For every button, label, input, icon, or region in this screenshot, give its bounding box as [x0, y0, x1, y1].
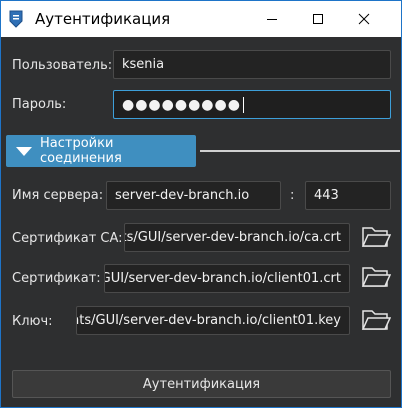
key-value: nts/GUI/server-dev-branch.io/client01.ke… — [76, 313, 341, 328]
app-icon — [9, 10, 23, 28]
text-caret — [242, 96, 244, 113]
connection-settings-toggle[interactable]: Настройки соединения — [6, 135, 196, 167]
folder-icon[interactable] — [361, 224, 391, 250]
server-input[interactable]: server-dev-branch.io — [106, 181, 281, 210]
port-input[interactable]: 443 — [305, 181, 391, 210]
auth-window: Аутентификация Пользователь: ksenia Паро… — [0, 0, 402, 408]
authenticate-button-label: Аутентификация — [142, 376, 261, 392]
maximize-icon — [313, 14, 323, 24]
ca-cert-input[interactable]: ts/GUI/server-dev-branch.io/ca.crt — [124, 223, 350, 252]
user-input[interactable]: ksenia — [113, 50, 391, 79]
user-value: ksenia — [122, 57, 165, 72]
port-value: 443 — [314, 188, 339, 203]
password-input[interactable]: ●●●●●●●●● — [113, 90, 391, 119]
password-label: Пароль: — [12, 97, 67, 112]
key-input[interactable]: nts/GUI/server-dev-branch.io/client01.ke… — [76, 306, 350, 335]
title-bar: Аутентификация — [1, 1, 401, 37]
user-label: Пользователь: — [12, 58, 113, 73]
folder-icon[interactable] — [361, 264, 391, 290]
server-label: Имя сервера: — [12, 188, 104, 203]
ca-cert-value: ts/GUI/server-dev-branch.io/ca.crt — [124, 230, 341, 245]
port-separator: : — [290, 188, 295, 203]
key-label: Ключ: — [12, 314, 53, 329]
close-button[interactable] — [341, 1, 387, 37]
folder-icon[interactable] — [361, 307, 391, 333]
password-value: ●●●●●●●●● — [122, 96, 241, 113]
cert-label: Сертификат: — [12, 271, 101, 286]
minimize-icon — [267, 19, 277, 20]
close-icon — [358, 13, 370, 25]
connection-settings-label: Настройки соединения — [40, 136, 122, 166]
triangle-down-icon — [16, 146, 32, 156]
cert-input[interactable]: /GUI/server-dev-branch.io/client01.crt — [104, 264, 350, 293]
authenticate-button[interactable]: Аутентификация — [12, 370, 391, 398]
window-title: Аутентификация — [35, 10, 171, 28]
minimize-button[interactable] — [249, 1, 295, 37]
server-value: server-dev-branch.io — [115, 188, 250, 203]
cert-value: /GUI/server-dev-branch.io/client01.crt — [104, 271, 341, 286]
maximize-button[interactable] — [295, 1, 341, 37]
section-divider — [200, 150, 400, 152]
ca-cert-label: Сертификат CA: — [12, 231, 123, 246]
